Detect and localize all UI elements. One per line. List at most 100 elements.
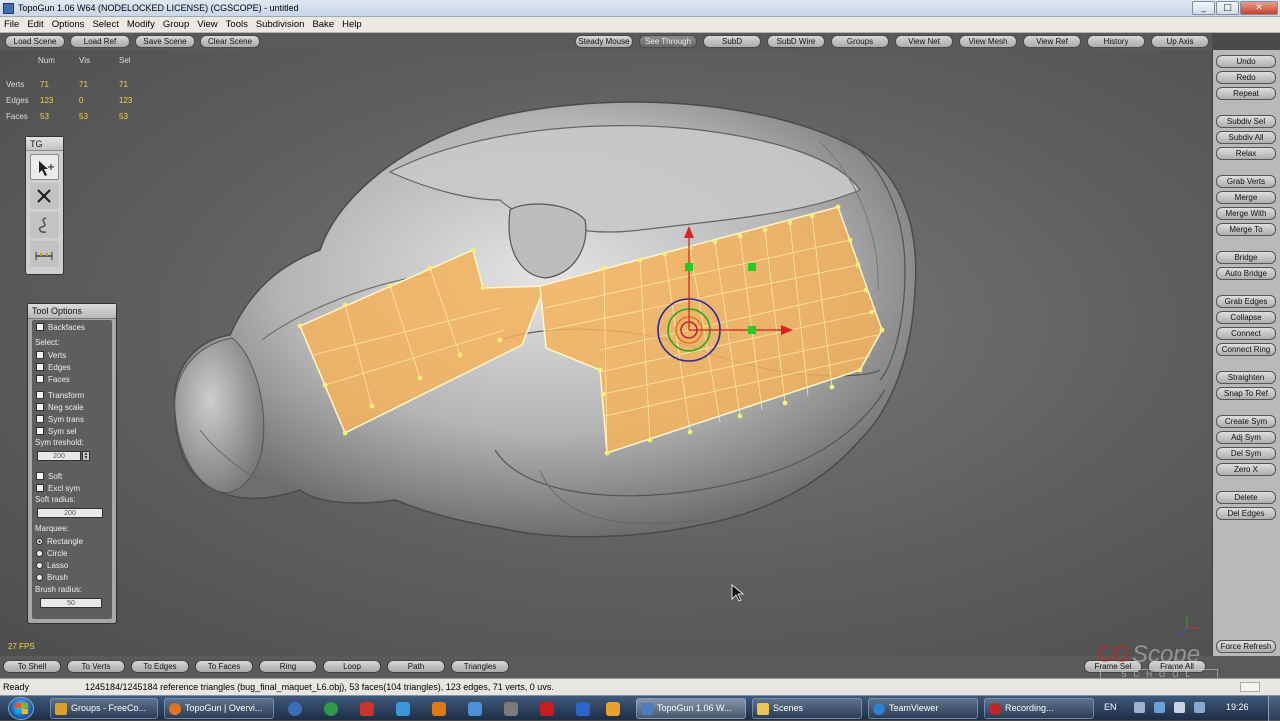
task-freecommander[interactable]: Groups - FreeCo...	[50, 698, 158, 719]
menu-modify[interactable]: Modify	[127, 19, 155, 30]
view-net-button[interactable]: View Net	[895, 35, 953, 48]
groups-button[interactable]: Groups	[831, 35, 889, 48]
connect-button[interactable]: Connect	[1216, 327, 1276, 340]
soft-checkbox[interactable]: Soft	[36, 472, 62, 481]
sym-threshold-input[interactable]: 200	[37, 451, 81, 461]
language-indicator[interactable]: EN	[1104, 702, 1117, 712]
select-move-tool[interactable]	[30, 154, 59, 180]
select-verts-checkbox[interactable]: Verts	[36, 351, 66, 360]
adj-sym-button[interactable]: Adj Sym	[1216, 431, 1276, 444]
relax-button[interactable]: Relax	[1216, 147, 1276, 160]
up-axis-button[interactable]: Up Axis	[1151, 35, 1209, 48]
to-shell-button[interactable]: To Shell	[3, 660, 61, 673]
to-edges-button[interactable]: To Edges	[131, 660, 189, 673]
menu-group[interactable]: Group	[163, 19, 189, 30]
select-edges-checkbox[interactable]: Edges	[36, 363, 71, 372]
clear-scene-button[interactable]: Clear Scene	[200, 35, 260, 48]
close-button[interactable]: ✕	[1240, 1, 1278, 15]
subdiv-all-button[interactable]: Subdiv All	[1216, 131, 1276, 144]
subdiv-sel-button[interactable]: Subdiv Sel	[1216, 115, 1276, 128]
menu-bake[interactable]: Bake	[312, 19, 334, 30]
menu-file[interactable]: File	[4, 19, 19, 30]
start-button[interactable]	[8, 697, 34, 720]
minimize-button[interactable]: _	[1192, 1, 1215, 15]
path-button[interactable]: Path	[387, 660, 445, 673]
measure-tool[interactable]	[30, 241, 59, 267]
marquee-rectangle-radio[interactable]: Rectangle	[36, 537, 83, 546]
menu-edit[interactable]: Edit	[27, 19, 43, 30]
load-scene-button[interactable]: Load Scene	[5, 35, 65, 48]
backfaces-checkbox[interactable]: Backfaces	[36, 323, 85, 332]
bridge-button[interactable]: Bridge	[1216, 251, 1276, 264]
repeat-button[interactable]: Repeat	[1216, 87, 1276, 100]
marquee-brush-radio[interactable]: Brush	[36, 573, 68, 582]
quicklaunch-icon[interactable]	[606, 702, 620, 716]
grab-verts-button[interactable]: Grab Verts	[1216, 175, 1276, 188]
auto-bridge-button[interactable]: Auto Bridge	[1216, 267, 1276, 280]
soft-radius-slider[interactable]: 200	[37, 508, 103, 518]
del-edges-button[interactable]: Del Edges	[1216, 507, 1276, 520]
task-teamviewer[interactable]: TeamViewer	[868, 698, 978, 719]
marquee-circle-radio[interactable]: Circle	[36, 549, 67, 558]
load-ref-button[interactable]: Load Ref	[70, 35, 130, 48]
collapse-button[interactable]: Collapse	[1216, 311, 1276, 324]
scene-canvas[interactable]	[0, 50, 1212, 656]
view-mesh-button[interactable]: View Mesh	[959, 35, 1017, 48]
subd-wire-button[interactable]: SubD Wire	[767, 35, 825, 48]
steady-mouse-button[interactable]: Steady Mouse	[575, 35, 633, 48]
task-firefox[interactable]: TopoGun | Overvi...	[164, 698, 274, 719]
merge-button[interactable]: Merge	[1216, 191, 1276, 204]
undo-button[interactable]: Undo	[1216, 55, 1276, 68]
clock[interactable]: 19:26	[1226, 702, 1249, 712]
select-faces-checkbox[interactable]: Faces	[36, 375, 70, 384]
menu-options[interactable]: Options	[52, 19, 85, 30]
menu-select[interactable]: Select	[92, 19, 118, 30]
triangles-button[interactable]: Triangles	[451, 660, 509, 673]
quicklaunch-icon[interactable]	[540, 702, 554, 716]
neg-scale-checkbox[interactable]: Neg scale	[36, 403, 84, 412]
menu-tools[interactable]: Tools	[226, 19, 248, 30]
curve-draw-tool[interactable]	[30, 212, 59, 238]
history-button[interactable]: History	[1087, 35, 1145, 48]
quicklaunch-icon[interactable]	[504, 702, 518, 716]
quicklaunch-icon[interactable]	[432, 702, 446, 716]
straighten-button[interactable]: Straighten	[1216, 371, 1276, 384]
excl-sym-checkbox[interactable]: Excl sym	[36, 484, 80, 493]
quicklaunch-icon[interactable]	[360, 702, 374, 716]
quicklaunch-icon[interactable]	[324, 702, 338, 716]
network-icon[interactable]	[1154, 702, 1165, 713]
create-sym-button[interactable]: Create Sym	[1216, 415, 1276, 428]
loop-button[interactable]: Loop	[323, 660, 381, 673]
task-scenes-folder[interactable]: Scenes	[752, 698, 862, 719]
merge-to-button[interactable]: Merge To	[1216, 223, 1276, 236]
to-verts-button[interactable]: To Verts	[67, 660, 125, 673]
see-through-button[interactable]: See Through	[639, 35, 697, 48]
view-ref-button[interactable]: View Ref	[1023, 35, 1081, 48]
show-desktop-button[interactable]	[1268, 696, 1280, 721]
brush-radius-slider[interactable]: 50	[40, 598, 102, 608]
menu-view[interactable]: View	[197, 19, 217, 30]
action-center-icon[interactable]	[1194, 702, 1205, 713]
task-topogun[interactable]: TopoGun 1.06 W...	[636, 698, 746, 719]
to-faces-button[interactable]: To Faces	[195, 660, 253, 673]
menu-subdivision[interactable]: Subdivision	[256, 19, 305, 30]
3d-viewport[interactable]: Num Vis Sel Verts 71 71 71 Edges 123 0 1…	[0, 50, 1212, 656]
sym-threshold-spinner[interactable]: ▲ ▼	[82, 451, 90, 461]
sym-trans-checkbox[interactable]: Sym trans	[36, 415, 84, 424]
marquee-lasso-radio[interactable]: Lasso	[36, 561, 68, 570]
save-scene-button[interactable]: Save Scene	[135, 35, 195, 48]
redo-button[interactable]: Redo	[1216, 71, 1276, 84]
resize-grip[interactable]	[1240, 682, 1260, 692]
force-refresh-button[interactable]: Force Refresh	[1216, 640, 1276, 653]
cross-tool[interactable]	[30, 183, 59, 209]
quicklaunch-icon[interactable]	[576, 702, 590, 716]
del-sym-button[interactable]: Del Sym	[1216, 447, 1276, 460]
task-recording[interactable]: Recording...	[984, 698, 1094, 719]
zero-x-button[interactable]: Zero X	[1216, 463, 1276, 476]
merge-with-button[interactable]: Merge With	[1216, 207, 1276, 220]
volume-icon[interactable]	[1174, 702, 1185, 713]
quicklaunch-icon[interactable]	[468, 702, 482, 716]
subd-button[interactable]: SubD	[703, 35, 761, 48]
maximize-button[interactable]: □	[1216, 1, 1239, 15]
grab-edges-button[interactable]: Grab Edges	[1216, 295, 1276, 308]
